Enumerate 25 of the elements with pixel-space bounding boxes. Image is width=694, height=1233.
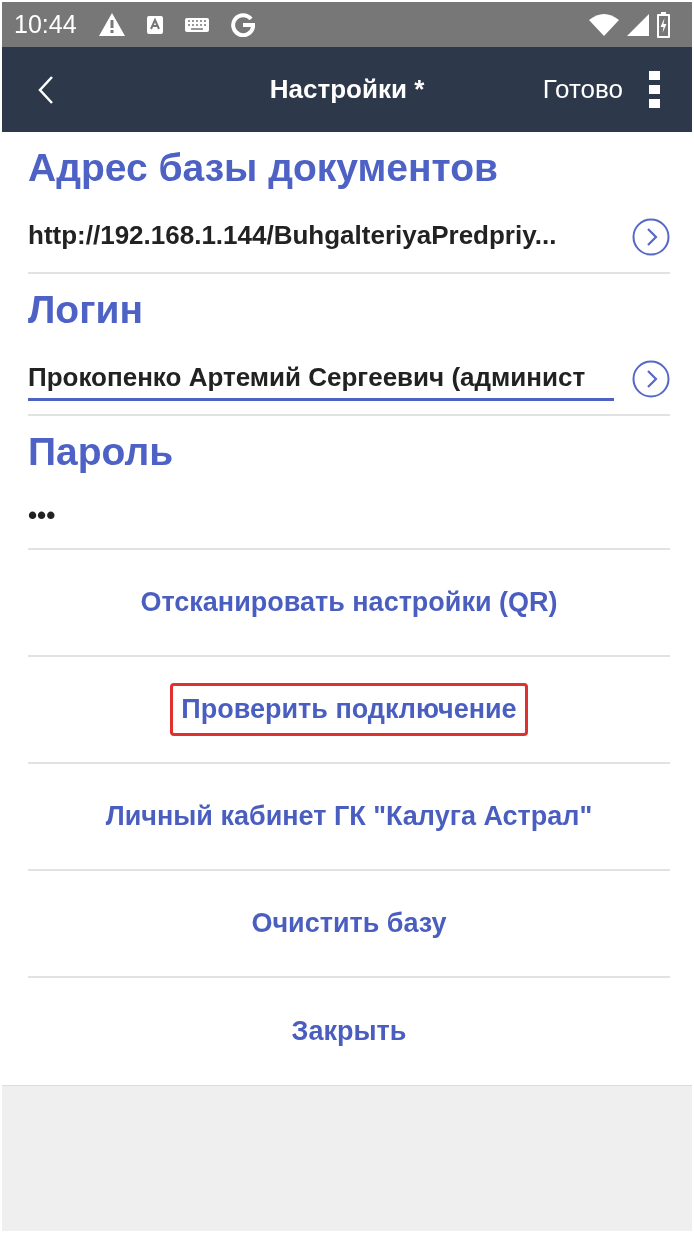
action-button[interactable]: Личный кабинет ГК "Калуга Астрал" xyxy=(94,790,604,843)
back-icon[interactable] xyxy=(38,75,54,104)
done-button[interactable]: Готово xyxy=(542,74,623,105)
address-field[interactable]: http://192.168.1.144/BuhgalteriyaPredpriy... xyxy=(28,215,614,259)
chevron-circle-icon[interactable] xyxy=(632,218,670,256)
status-time: 10:44 xyxy=(14,10,77,39)
field-label: Пароль xyxy=(28,430,175,474)
field-label: Адрес базы документов xyxy=(28,146,499,190)
battery-charging-icon xyxy=(657,11,670,38)
wifi-icon xyxy=(589,13,619,36)
more-menu-icon[interactable] xyxy=(649,71,660,108)
login-field[interactable]: Прокопенко Артемий Сергеевич (админист xyxy=(28,357,614,401)
g-letter-icon xyxy=(230,12,255,37)
field-label: Логин xyxy=(28,288,144,332)
keyboard-icon xyxy=(184,17,209,32)
password-field[interactable]: ••• xyxy=(28,495,652,539)
warning-icon xyxy=(98,13,125,36)
action-button[interactable]: Закрыть xyxy=(280,1005,418,1058)
action-button[interactable]: Очистить базу xyxy=(240,897,458,950)
chevron-circle-icon[interactable] xyxy=(632,360,670,398)
font-icon xyxy=(146,15,163,34)
signal-icon xyxy=(627,13,649,36)
screen-title: Настройки * xyxy=(269,74,425,105)
action-button[interactable]: Отсканировать настройки (QR) xyxy=(129,576,569,629)
action-button[interactable]: Проверить подключение xyxy=(170,683,528,736)
